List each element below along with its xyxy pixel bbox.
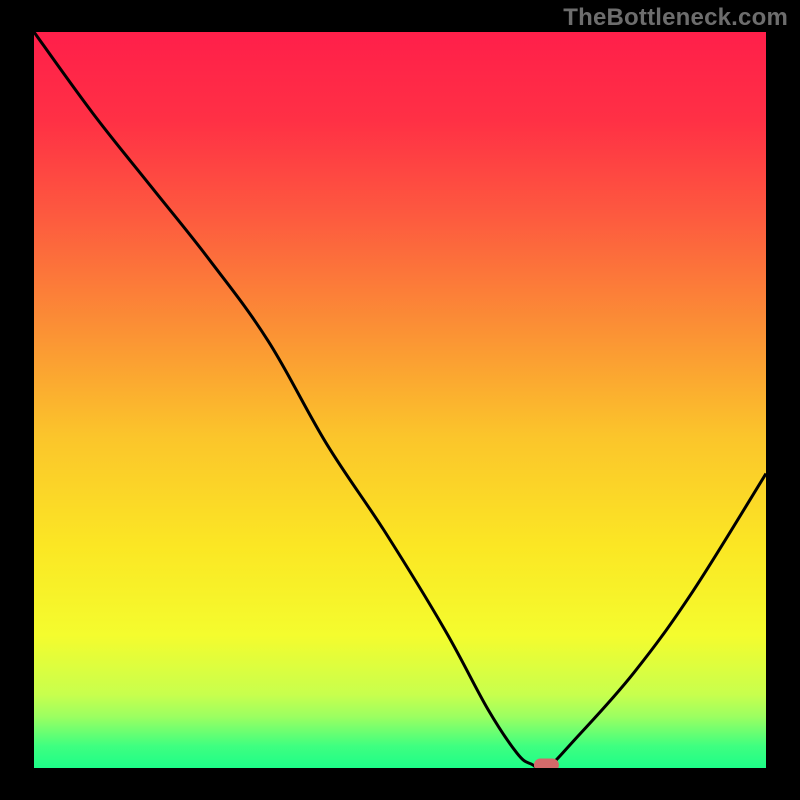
watermark-text: TheBottleneck.com xyxy=(563,4,788,32)
gradient-background xyxy=(34,32,766,768)
bottleneck-chart xyxy=(0,0,800,800)
chart-frame: { "watermark": "TheBottleneck.com", "col… xyxy=(0,0,800,800)
minimum-marker xyxy=(534,759,558,771)
